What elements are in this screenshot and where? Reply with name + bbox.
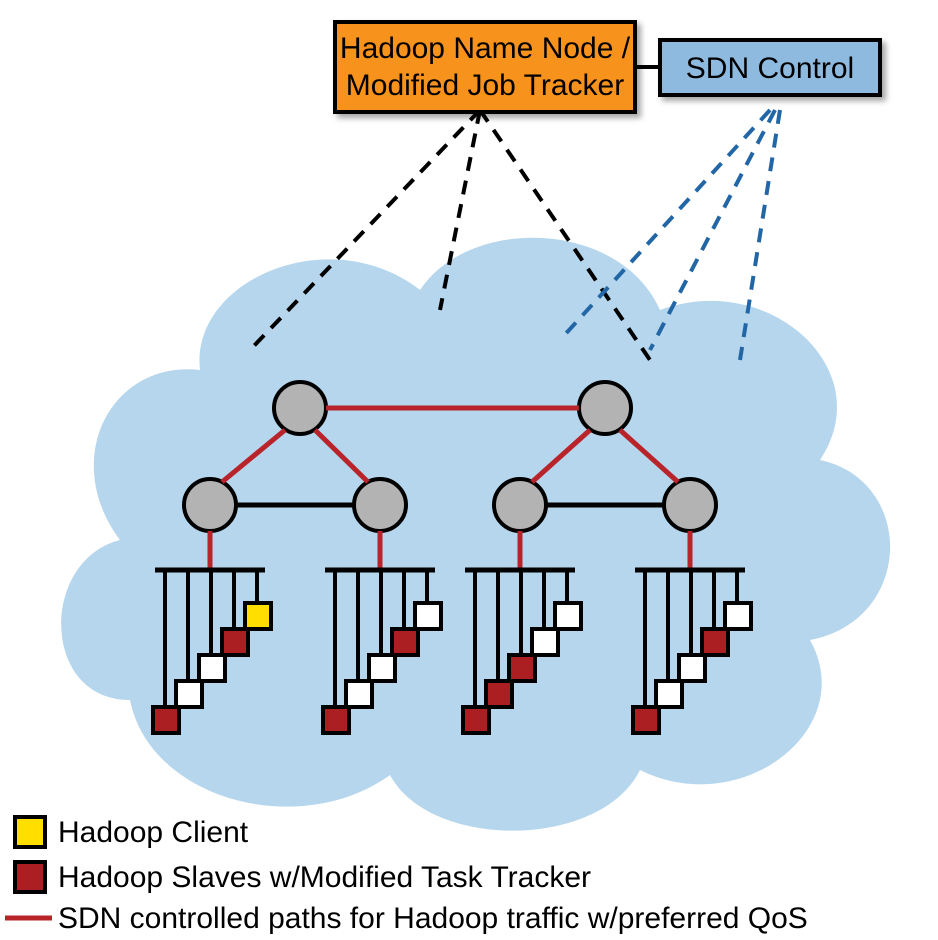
sdn-control-box: SDN Control — [660, 40, 880, 95]
legend-paths-text: SDN controlled paths for Hadoop traffic … — [58, 902, 808, 935]
cloud-shape — [61, 238, 890, 831]
hadoop-name-node-box: Hadoop Name Node / Modified Job Tracker — [335, 22, 635, 112]
diagram-canvas: Hadoop Name Node / Modified Job Tracker … — [0, 0, 938, 940]
legend-slaves-text: Hadoop Slaves w/Modified Task Tracker — [58, 861, 591, 894]
legend: Hadoop Client Hadoop Slaves w/Modified T… — [5, 816, 808, 935]
hadoop-line1-text: Hadoop Name Node / — [340, 32, 631, 65]
legend-client-text: Hadoop Client — [58, 816, 249, 849]
sdn-label-text: SDN Control — [686, 52, 854, 85]
legend-client-swatch — [15, 817, 45, 847]
legend-slaves-swatch — [15, 862, 45, 892]
hadoop-line2-text: Modified Job Tracker — [346, 69, 624, 102]
